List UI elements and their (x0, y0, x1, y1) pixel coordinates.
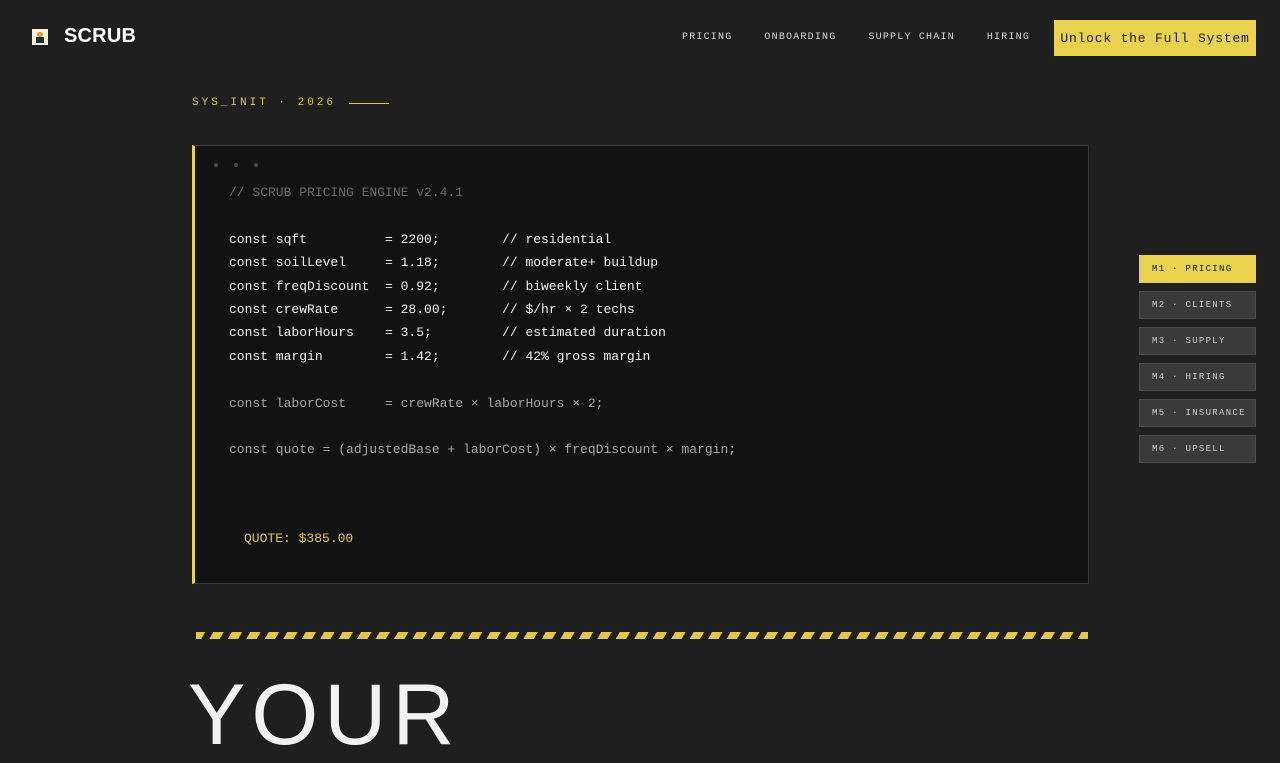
labor-cost-line: const laborCost = crewRate × laborHours … (229, 395, 604, 411)
window-dot (234, 163, 238, 167)
nav-link-onboarding[interactable]: ONBOARDING (764, 32, 836, 43)
code-line: const soilLevel = 1.18; // moderate+ bui… (229, 255, 659, 271)
module-insurance[interactable]: M5 · INSURANCE (1139, 399, 1256, 427)
window-dot (214, 163, 218, 167)
code-header-comment: // SCRUB PRICING ENGINE v2.4.1 (229, 185, 464, 200)
nav-link-pricing[interactable]: PRICING (682, 32, 732, 43)
brand-logo[interactable]: SCRUB (32, 25, 136, 48)
unlock-full-system-button[interactable]: Unlock the Full System (1054, 20, 1256, 56)
window-dots (214, 163, 258, 167)
nav-link-hiring[interactable]: HIRING (987, 32, 1030, 43)
module-pricing[interactable]: M1 · PRICING (1139, 255, 1256, 283)
module-upsell[interactable]: M6 · UPSELL (1139, 435, 1256, 463)
section-eyebrow: SYS_INIT · 2026 (192, 97, 390, 109)
eyebrow-rule (349, 102, 390, 104)
code-line: const freqDiscount = 0.92; // biweekly c… (229, 278, 643, 294)
hero-headline: YOUR (188, 667, 461, 763)
hazard-stripe-divider (196, 632, 1088, 639)
nav-link-supply-chain[interactable]: SUPPLY CHAIN (868, 32, 954, 43)
code-line: const crewRate = 28.00; // $/hr × 2 tech… (229, 302, 635, 318)
window-dot (254, 163, 258, 167)
code-line: const sqft = 2200; // residential (229, 231, 612, 247)
main-nav: PRICING ONBOARDING SUPPLY CHAIN HIRING (682, 32, 1030, 43)
quote-result: QUOTE: $385.00 (244, 531, 354, 546)
code-block: // SCRUB PRICING ENGINE v2.4.1 const sqf… (229, 181, 736, 462)
pricing-code-panel: // SCRUB PRICING ENGINE v2.4.1 const sqf… (192, 145, 1089, 584)
quote-formula-line: const quote = (adjustedBase + laborCost)… (229, 442, 737, 458)
eyebrow-label: SYS_INIT · 2026 (192, 97, 337, 109)
module-hiring[interactable]: M4 · HIRING (1139, 363, 1256, 391)
code-line: const laborHours = 3.5; // estimated dur… (229, 325, 666, 341)
module-supply[interactable]: M3 · SUPPLY (1139, 327, 1256, 355)
module-list: M1 · PRICING M2 · CLIENTS M3 · SUPPLY M4… (1139, 255, 1256, 463)
brand-name: SCRUB (64, 25, 137, 47)
scrub-logo-icon (32, 28, 48, 45)
module-clients[interactable]: M2 · CLIENTS (1139, 291, 1256, 319)
code-line: const margin = 1.42; // 42% gross margin (229, 348, 651, 364)
